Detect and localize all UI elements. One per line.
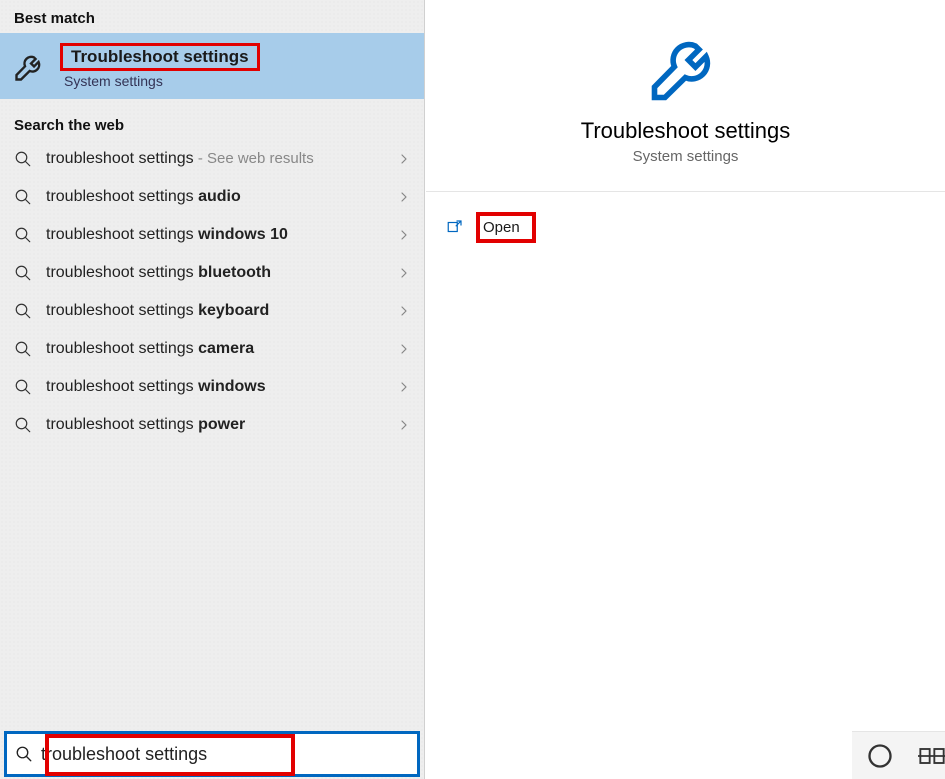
search-bar[interactable] [4, 731, 420, 777]
cortana-icon [866, 742, 894, 770]
chevron-right-icon [398, 229, 410, 241]
search-icon [14, 226, 32, 244]
chevron-right-icon [398, 153, 410, 165]
open-label-highlight: Open [476, 212, 536, 243]
web-result-item[interactable]: troubleshoot settings windows 10 [0, 216, 424, 254]
web-result-text: troubleshoot settings windows [46, 378, 384, 396]
chevron-right-icon [398, 305, 410, 317]
search-icon [14, 302, 32, 320]
search-icon [14, 264, 32, 282]
search-icon [14, 340, 32, 358]
web-result-text: troubleshoot settings power [46, 416, 384, 434]
web-results-list: troubleshoot settings - See web results t… [0, 140, 424, 444]
search-input[interactable] [41, 744, 409, 765]
best-match-header: Best match [0, 0, 424, 33]
web-result-text: troubleshoot settings windows 10 [46, 226, 384, 244]
taskbar: W [852, 731, 945, 779]
web-result-item[interactable]: troubleshoot settings keyboard [0, 292, 424, 330]
taskbar-task-view[interactable] [918, 740, 945, 772]
web-result-item[interactable]: troubleshoot settings - See web results [0, 140, 424, 178]
web-result-text: troubleshoot settings audio [46, 188, 384, 206]
search-icon [14, 188, 32, 206]
search-icon [14, 378, 32, 396]
best-match-title: Troubleshoot settings [67, 47, 253, 66]
search-icon [15, 745, 33, 763]
preview-panel: Troubleshoot settings System settings Op… [426, 0, 945, 779]
web-result-item[interactable]: troubleshoot settings power [0, 406, 424, 444]
open-action[interactable]: Open [446, 210, 925, 244]
taskbar-cortana[interactable] [866, 740, 894, 772]
preview-title: Troubleshoot settings [446, 118, 925, 144]
web-result-item[interactable]: troubleshoot settings windows [0, 368, 424, 406]
web-result-text: troubleshoot settings camera [46, 340, 384, 358]
web-result-text: troubleshoot settings bluetooth [46, 264, 384, 282]
web-result-text: troubleshoot settings keyboard [46, 302, 384, 320]
search-icon [14, 416, 32, 434]
web-result-text: troubleshoot settings - See web results [46, 150, 384, 168]
search-icon [14, 150, 32, 168]
chevron-right-icon [398, 343, 410, 355]
chevron-right-icon [398, 381, 410, 393]
web-result-item[interactable]: troubleshoot settings audio [0, 178, 424, 216]
web-result-item[interactable]: troubleshoot settings bluetooth [0, 254, 424, 292]
best-match-title-highlight: Troubleshoot settings [60, 43, 260, 71]
task-view-icon [918, 742, 945, 770]
open-label: Open [483, 219, 520, 236]
wrench-icon [12, 48, 48, 84]
preview-subtitle: System settings [446, 148, 925, 165]
wrench-icon [644, 24, 728, 108]
best-match-subtitle: System settings [60, 73, 260, 89]
search-results-panel: Best match Troubleshoot settings System … [0, 0, 425, 779]
web-result-item[interactable]: troubleshoot settings camera [0, 330, 424, 368]
chevron-right-icon [398, 267, 410, 279]
best-match-item[interactable]: Troubleshoot settings System settings [0, 33, 424, 99]
chevron-right-icon [398, 419, 410, 431]
chevron-right-icon [398, 191, 410, 203]
open-icon [446, 218, 464, 236]
search-web-header: Search the web [0, 99, 424, 140]
